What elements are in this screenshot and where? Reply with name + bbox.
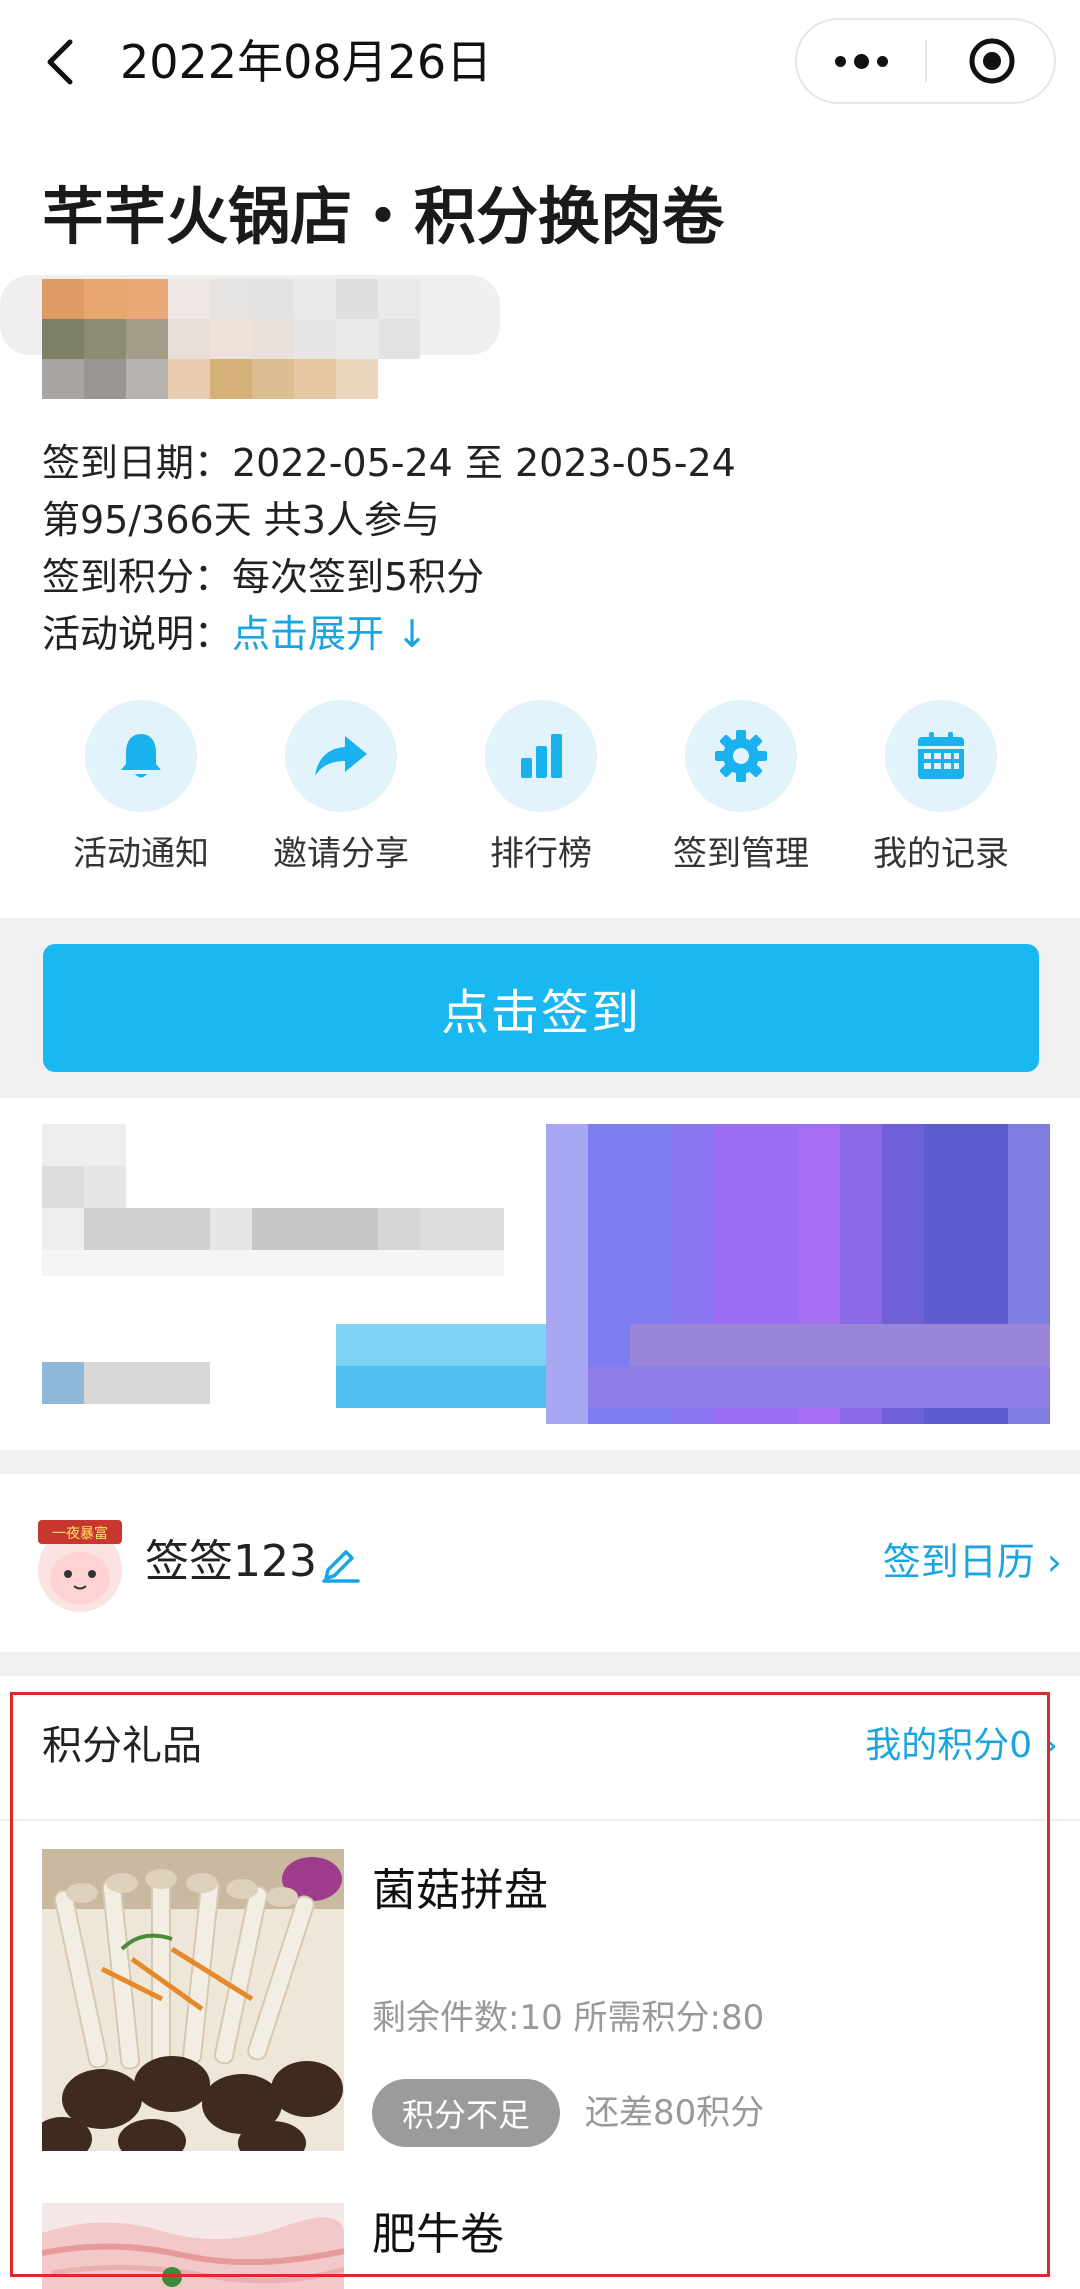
points-difference: 还差80积分: [585, 2093, 765, 2133]
user-name: 签签123: [145, 1536, 317, 1587]
action-activity-notice[interactable]: 活动通知: [41, 700, 241, 880]
action-label: 我的记录: [873, 834, 1009, 874]
gifts-header: 积分礼品 我的积分0 ›: [0, 1676, 1080, 1821]
action-label: 邀请分享: [273, 834, 409, 874]
pixelated-ad-image: [0, 1098, 1080, 1450]
back-button[interactable]: [38, 32, 82, 92]
signin-date-range: 签到日期：2022-05-24 至 2023-05-24: [42, 441, 736, 485]
gift-item[interactable]: 肥牛卷: [0, 2203, 1080, 2289]
gift-item[interactable]: 菌菇拼盘 剩余件数:10 所需积分:80 积分不足 还差80积分: [0, 1849, 1080, 2159]
gift-name: 肥牛卷: [372, 2209, 504, 2260]
navigation-bar: 2022年08月26日: [0, 0, 1080, 125]
signin-button[interactable]: 点击签到: [43, 944, 1039, 1072]
ad-banner-blurred[interactable]: [0, 1098, 1080, 1450]
description-label: 活动说明：: [42, 612, 233, 656]
close-button[interactable]: [927, 20, 1056, 102]
participant-avatars-blurred: [0, 275, 520, 405]
activity-description-row: 活动说明：点击展开 ↓: [42, 606, 736, 663]
gift-stock-points: 剩余件数:10 所需积分:80: [372, 1998, 765, 2038]
expand-description-link[interactable]: 点击展开 ↓: [232, 612, 428, 656]
points-gifts-section: 积分礼品 我的积分0 › 菌菇拼盘 剩余件数:10 所需积分:80 积分不足 还…: [0, 1676, 1080, 2289]
action-invite-share[interactable]: 邀请分享: [241, 700, 441, 880]
action-signin-manage[interactable]: 签到管理: [641, 700, 841, 880]
chevron-left-icon: [47, 39, 73, 85]
gifts-title: 积分礼品: [42, 1723, 202, 1769]
action-label: 排行榜: [490, 834, 592, 874]
user-row: 一夜暴富 签签123 签到日历 ›: [0, 1474, 1080, 1652]
action-icon-bar: 活动通知 邀请分享 排行榜 签到管理 我的记录: [0, 700, 1080, 880]
activity-title: 芊芊火锅店・积分换肉卷: [42, 180, 725, 253]
action-leaderboard[interactable]: 排行榜: [441, 700, 641, 880]
bar-chart-icon: [485, 700, 597, 812]
more-dots-icon: [834, 55, 846, 67]
gift-name: 菌菇拼盘: [372, 1865, 548, 1916]
pixelated-mosaic: [0, 275, 500, 399]
edit-icon[interactable]: [318, 1540, 362, 1584]
action-label: 签到管理: [673, 834, 809, 874]
section-divider: [0, 1652, 1080, 1676]
target-circle-icon: [969, 38, 1014, 84]
insufficient-points-button[interactable]: 积分不足: [372, 2079, 560, 2147]
mini-program-capsule: [795, 18, 1056, 104]
my-points-link[interactable]: 我的积分0 ›: [865, 1714, 1058, 1778]
share-arrow-icon: [285, 700, 397, 812]
gift-image: [42, 1849, 344, 2151]
bell-icon: [85, 700, 197, 812]
signin-points-rule: 签到积分：每次签到5积分: [42, 555, 485, 599]
avatar-badge-text: 一夜暴富: [52, 1525, 108, 1542]
gift-image: [42, 2203, 344, 2289]
action-my-records[interactable]: 我的记录: [841, 700, 1041, 880]
activity-info: 签到日期：2022-05-24 至 2023-05-24 第95/366天 共3…: [42, 435, 736, 663]
page-title: 2022年08月26日: [120, 35, 493, 89]
calendar-icon: [885, 700, 997, 812]
signin-calendar-link[interactable]: 签到日历 ›: [883, 1530, 1062, 1594]
more-button[interactable]: [797, 20, 925, 102]
action-label: 活动通知: [73, 834, 209, 874]
avatar[interactable]: 一夜暴富: [30, 1514, 130, 1614]
participation-progress: 第95/366天 共3人参与: [42, 498, 440, 542]
section-divider: [0, 1450, 1080, 1474]
gear-icon: [685, 700, 797, 812]
